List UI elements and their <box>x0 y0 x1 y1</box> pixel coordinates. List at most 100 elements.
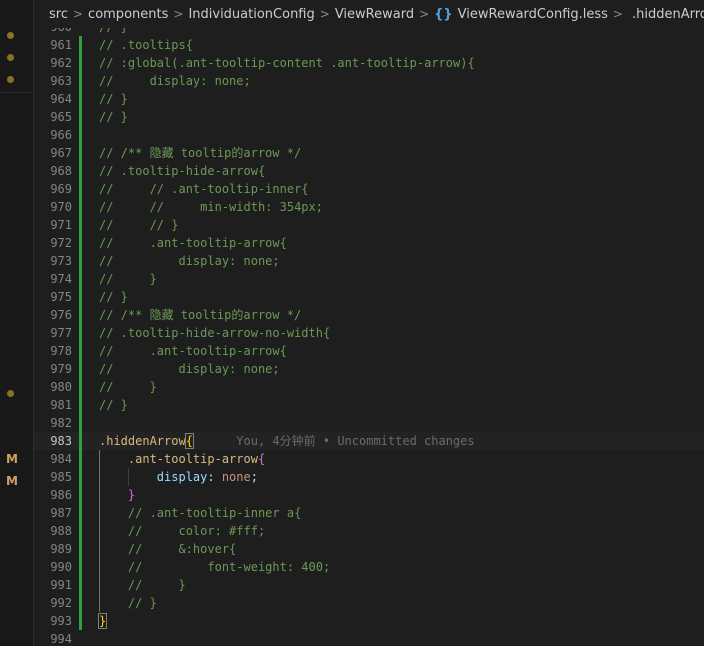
git-change-bar[interactable] <box>79 396 82 414</box>
bracket: { <box>257 452 266 466</box>
code-text: // color: #fff; <box>99 522 265 540</box>
code-line[interactable]: 984 .ant-tooltip-arrow{ <box>34 450 704 468</box>
git-change-bar[interactable] <box>79 324 82 342</box>
breadcrumb-item-symbol[interactable]: .hiddenArrow <box>632 7 704 22</box>
code-line[interactable]: 985 display: none; <box>34 468 704 486</box>
git-change-bar[interactable] <box>79 306 82 324</box>
code-line[interactable]: 991 // } <box>34 576 704 594</box>
code-text: // .ant-tooltip-arrow{ <box>99 234 287 252</box>
code-line[interactable]: 988 // color: #fff; <box>34 522 704 540</box>
breadcrumb-item-individuationconfig[interactable]: IndividuationConfig <box>188 7 314 22</box>
git-change-bar[interactable] <box>79 612 82 630</box>
git-change-bar[interactable] <box>79 540 82 558</box>
code-comment: // .tooltips{ <box>99 38 193 52</box>
git-change-bar[interactable] <box>79 270 82 288</box>
code-text: // } <box>99 270 157 288</box>
code-text: // } <box>99 90 128 108</box>
code-line[interactable]: 981 // } <box>34 396 704 414</box>
code-line[interactable]: 986 } <box>34 486 704 504</box>
line-number: 972 <box>50 236 72 250</box>
git-change-bar[interactable] <box>79 144 82 162</box>
code-line[interactable]: 993} <box>34 612 704 630</box>
code-line[interactable]: 974 // } <box>34 270 704 288</box>
git-change-bar[interactable] <box>79 558 82 576</box>
git-change-bar[interactable] <box>79 72 82 90</box>
code-text: // } <box>99 378 157 396</box>
code-line[interactable]: 970 // // min-width: 354px; <box>34 198 704 216</box>
css-colon: : <box>207 470 222 484</box>
code-line[interactable]: 960 // } <box>34 28 704 36</box>
code-line[interactable]: 989 // &:hover{ <box>34 540 704 558</box>
git-change-bar[interactable] <box>79 450 82 468</box>
line-number: 967 <box>50 146 72 160</box>
code-line[interactable]: 961 // .tooltips{ <box>34 36 704 54</box>
code-line[interactable]: 978 // .ant-tooltip-arrow{ <box>34 342 704 360</box>
breadcrumb-item-components[interactable]: components <box>88 7 168 22</box>
git-modified-badge[interactable]: M <box>6 452 18 466</box>
git-change-bar[interactable] <box>79 108 82 126</box>
code-line[interactable]: 987 // .ant-tooltip-inner a{ <box>34 504 704 522</box>
git-change-bar[interactable] <box>79 198 82 216</box>
line-number: 962 <box>50 56 72 70</box>
code-line[interactable]: 994 <box>34 630 704 646</box>
code-editor[interactable]: 960 // } 961 // .tooltips{962 // :global(.an… <box>34 28 704 646</box>
code-text: display: none; <box>99 468 258 486</box>
code-line[interactable]: 973 // display: none; <box>34 252 704 270</box>
line-number: 979 <box>50 362 72 376</box>
breadcrumb-item-file[interactable]: ViewRewardConfig.less <box>458 7 608 22</box>
code-line[interactable]: 975 // } <box>34 288 704 306</box>
line-number: 977 <box>50 326 72 340</box>
git-change-bar[interactable] <box>79 288 82 306</box>
git-change-bar[interactable] <box>79 126 82 144</box>
git-change-bar[interactable] <box>79 378 82 396</box>
git-change-bar[interactable] <box>79 36 82 54</box>
breadcrumb-item-src[interactable]: src <box>49 7 68 22</box>
code-line[interactable]: 983 .hiddenArrow{ You, 4分钟前 • Uncommitted… <box>34 432 704 450</box>
git-change-bar[interactable] <box>79 576 82 594</box>
git-change-bar[interactable] <box>79 486 82 504</box>
git-change-bar[interactable] <box>79 468 82 486</box>
code-comment: // .tooltip-hide-arrow-no-width{ <box>99 326 331 340</box>
code-line[interactable]: 968 // .tooltip-hide-arrow{ <box>34 162 704 180</box>
code-line[interactable]: 966 <box>34 126 704 144</box>
git-change-bar[interactable] <box>79 342 82 360</box>
line-number: 993 <box>50 614 72 628</box>
code-line[interactable]: 963 // display: none; <box>34 72 704 90</box>
line-number: 980 <box>50 380 72 394</box>
code-line[interactable]: 992 // } <box>34 594 704 612</box>
code-line[interactable]: 980 // } <box>34 378 704 396</box>
git-change-bar[interactable] <box>79 180 82 198</box>
git-modified-badge[interactable]: M <box>6 474 18 488</box>
code-line[interactable]: 967 // /** 隐藏 tooltip的arrow */ <box>34 144 704 162</box>
code-line[interactable]: 964 // } <box>34 90 704 108</box>
code-comment: // } <box>99 596 157 610</box>
code-line[interactable]: 982 <box>34 414 704 432</box>
git-change-bar[interactable] <box>79 504 82 522</box>
git-change-bar[interactable] <box>79 252 82 270</box>
line-number: 981 <box>50 398 72 412</box>
indent-guide <box>99 450 100 612</box>
code-line[interactable]: 962 // :global(.ant-tooltip-content .ant-… <box>34 54 704 72</box>
git-change-bar[interactable] <box>79 594 82 612</box>
git-change-bar[interactable] <box>79 522 82 540</box>
code-line[interactable]: 976 // /** 隐藏 tooltip的arrow */ <box>34 306 704 324</box>
git-change-bar[interactable] <box>79 360 82 378</box>
code-line[interactable]: 965 // } <box>34 108 704 126</box>
code-text: // /** 隐藏 tooltip的arrow */ <box>99 306 301 324</box>
code-line[interactable]: 979 // display: none; <box>34 360 704 378</box>
git-change-bar[interactable] <box>79 414 82 432</box>
code-line[interactable]: 977 // .tooltip-hide-arrow-no-width{ <box>34 324 704 342</box>
git-change-bar[interactable] <box>79 234 82 252</box>
code-line[interactable]: 990 // font-weight: 400; <box>34 558 704 576</box>
code-line[interactable]: 972 // .ant-tooltip-arrow{ <box>34 234 704 252</box>
breadcrumb-item-viewreward[interactable]: ViewReward <box>335 7 414 22</box>
git-change-bar[interactable] <box>79 54 82 72</box>
breadcrumb: src > components > IndividuationConfig >… <box>34 0 704 28</box>
git-change-bar[interactable] <box>79 216 82 234</box>
git-change-bar[interactable] <box>79 432 82 450</box>
code-line[interactable]: 969 // // .ant-tooltip-inner{ <box>34 180 704 198</box>
git-change-bar[interactable] <box>79 90 82 108</box>
code-line[interactable]: 971 // // } <box>34 216 704 234</box>
git-change-bar[interactable] <box>79 162 82 180</box>
